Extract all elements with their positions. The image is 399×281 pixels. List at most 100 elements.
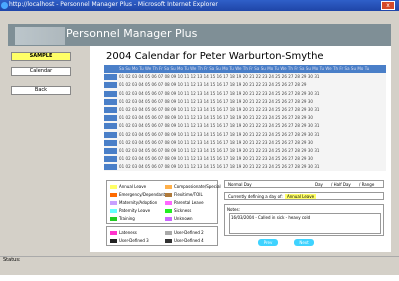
normal-day-option[interactable]: Normal Day [228,182,252,187]
month-row-feb[interactable]: 01 02 03 04 05 06 07 08 09 10 11 12 13 1… [104,81,386,90]
legend-user3[interactable]: User-Defined 3 [110,238,149,243]
user4-swatch-icon [165,239,172,243]
day-header: Sa Su Mo Tu We Th Fr Sa Su Mo Tu We Th F… [119,66,370,71]
sickness-swatch-icon [165,209,172,213]
legend-label: Training [119,216,135,221]
current-value-swatch: Annual Leave [285,194,317,199]
month-row-jul[interactable]: 01 02 03 04 05 06 07 08 09 10 11 12 13 1… [104,122,386,131]
month-label [104,131,117,138]
emergency-swatch-icon [110,193,117,197]
window-titlebar: http://localhost - Personnel Manager Plu… [0,0,399,11]
legend-label: Flexitime/TOIL [174,192,203,197]
days[interactable]: 01 02 03 04 05 06 07 08 09 10 11 12 13 1… [119,98,313,106]
days[interactable]: 01 02 03 04 05 06 07 08 09 10 11 12 13 1… [119,81,307,89]
annual-swatch-icon [110,185,117,189]
calendar-grid: Sa Su Mo Tu We Th Fr Sa Su Mo Tu We Th F… [104,65,386,172]
month-label [104,106,117,113]
legend-label: Sickness [174,208,192,213]
app-title: Personnel Manager Plus [66,27,198,40]
days[interactable]: 01 02 03 04 05 06 07 08 09 10 11 12 13 1… [119,106,320,114]
month-row-aug[interactable]: 01 02 03 04 05 06 07 08 09 10 11 12 13 1… [104,130,386,139]
legend-sickness[interactable]: Sickness [165,208,191,213]
month-row-sep[interactable]: 01 02 03 04 05 06 07 08 09 10 11 12 13 1… [104,138,386,147]
prev-button[interactable]: Prev [258,239,278,246]
legend-lateness[interactable]: Lateness [110,230,137,235]
calendar-title: 2004 Calendar for Peter Warburton-Smythe [106,51,324,62]
days[interactable]: 01 02 03 04 05 06 07 08 09 10 11 12 13 1… [119,131,320,139]
current-definition: Currently defining a day of: Annual Leav… [224,192,384,200]
flexitime-swatch-icon [165,193,172,197]
notes-panel: Notes: 16/03/2004 - Called in sick - hea… [224,204,384,236]
window-title: http://localhost - Personnel Manager Plu… [9,1,218,8]
month-label [104,74,117,81]
header-photo-icon [15,27,65,45]
month-row-apr[interactable]: 01 02 03 04 05 06 07 08 09 10 11 12 13 1… [104,97,386,106]
training-swatch-icon [110,217,117,221]
legend-flexitime[interactable]: Flexitime/TOIL [165,192,203,197]
user2-swatch-icon [165,231,172,235]
month-row-mar[interactable]: 01 02 03 04 05 06 07 08 09 10 11 12 13 1… [104,89,386,98]
parental-swatch-icon [165,201,172,205]
month-label [104,82,117,89]
legend-unknown[interactable]: Unknown [165,216,193,221]
close-button[interactable]: x [381,1,395,10]
month-label [104,139,117,146]
legend-label: Compassionate/Special [174,184,221,189]
days[interactable]: 01 02 03 04 05 06 07 08 09 10 11 12 13 1… [119,73,320,81]
next-button[interactable]: Next [294,239,314,246]
day-type-selector: Normal Day Day / Half Day / Range [224,180,384,188]
legend-label: User-Defined 4 [174,238,204,243]
calendar-header-row: Sa Su Mo Tu We Th Fr Sa Su Mo Tu We Th F… [104,65,386,74]
legend-annual[interactable]: Annual Leave [110,184,146,189]
back-button[interactable]: Back [11,86,71,95]
compassionate-swatch-icon [165,185,172,189]
month-label [104,115,117,122]
leave-legend: Annual Leave Compassionate/Special Emerg… [106,180,221,224]
month-row-jun[interactable]: 01 02 03 04 05 06 07 08 09 10 11 12 13 1… [104,114,386,123]
legend-label: Unknown [174,216,193,221]
legend-paternity[interactable]: Paternity Leave [110,208,150,213]
legend-label: Maternity/Adoption [119,200,158,205]
month-row-dec[interactable]: 01 02 03 04 05 06 07 08 09 10 11 12 13 1… [104,163,386,172]
legend-label: User-Defined 3 [119,238,149,243]
month-row-nov[interactable]: 01 02 03 04 05 06 07 08 09 10 11 12 13 1… [104,155,386,164]
legend-emergency[interactable]: Emergency/Dependants [110,192,167,197]
month-row-jan[interactable]: 01 02 03 04 05 06 07 08 09 10 11 12 13 1… [104,73,386,82]
legend-label: Parental Leave [174,200,204,205]
month-label [104,123,117,130]
legend-maternity[interactable]: Maternity/Adoption [110,200,157,205]
legend-label: Emergency/Dependants [119,192,168,197]
internet-explorer-icon [1,2,8,9]
legend-user4[interactable]: User-Defined 4 [165,238,204,243]
legend-parental[interactable]: Parental Leave [165,200,204,205]
notes-label: Notes: [227,207,240,212]
days[interactable]: 01 02 03 04 05 06 07 08 09 10 11 12 13 1… [119,90,320,98]
day-option[interactable]: Day [315,182,323,187]
month-label [104,164,117,171]
status-text: Status: [3,257,21,263]
current-label: Currently defining a day of: [228,194,283,199]
user3-swatch-icon [110,239,117,243]
calendar-button[interactable]: Calendar [11,67,71,76]
month-label [104,98,117,105]
legend-label: User-Defined 2 [174,230,204,235]
notes-textarea[interactable]: 16/03/2004 - Called in sick - heavy cold [229,213,381,234]
month-label [104,90,117,97]
left-nav [8,46,90,252]
legend-label: Annual Leave [119,184,147,189]
range-option[interactable]: / Range [359,182,374,187]
legend-user2[interactable]: User-Defined 2 [165,230,204,235]
days[interactable]: 01 02 03 04 05 06 07 08 09 10 11 12 13 1… [119,147,320,155]
legend-training[interactable]: Training [110,216,135,221]
sample-button[interactable]: SAMPLE [11,52,71,61]
status-bar: Status: [0,256,399,264]
days[interactable]: 01 02 03 04 05 06 07 08 09 10 11 12 13 1… [119,114,313,122]
days[interactable]: 01 02 03 04 05 06 07 08 09 10 11 12 13 1… [119,139,313,147]
month-row-may[interactable]: 01 02 03 04 05 06 07 08 09 10 11 12 13 1… [104,105,386,115]
days[interactable]: 01 02 03 04 05 06 07 08 09 10 11 12 13 1… [119,163,320,171]
days[interactable]: 01 02 03 04 05 06 07 08 09 10 11 12 13 1… [119,122,320,130]
days[interactable]: 01 02 03 04 05 06 07 08 09 10 11 12 13 1… [119,155,313,163]
month-row-oct[interactable]: 01 02 03 04 05 06 07 08 09 10 11 12 13 1… [104,146,386,156]
half-day-option[interactable]: / Half Day [331,182,351,187]
legend-compassionate[interactable]: Compassionate/Special [165,184,221,189]
